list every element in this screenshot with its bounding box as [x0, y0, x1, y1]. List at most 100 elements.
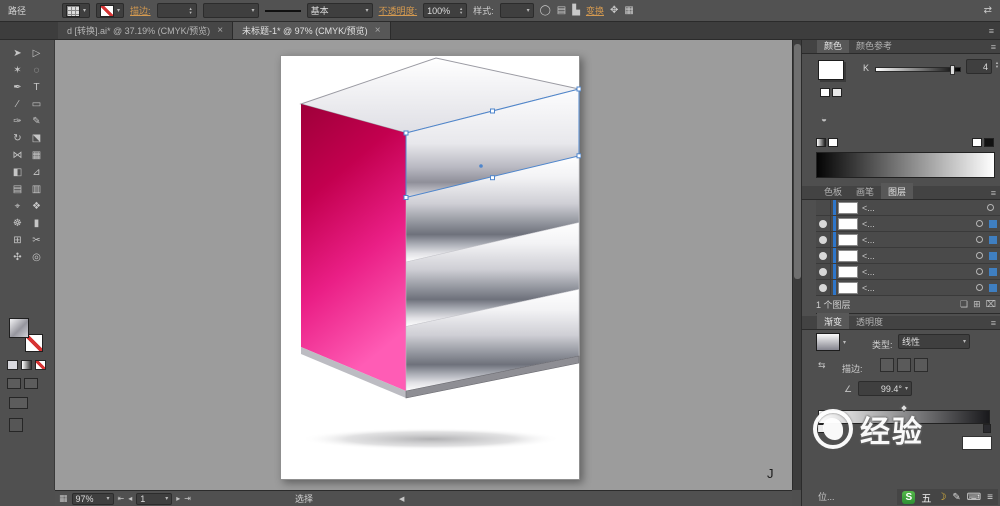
visibility-toggle[interactable]	[816, 232, 831, 247]
gradient-angle-dropdown[interactable]: 99.4° ▾	[858, 381, 912, 396]
ime-keyboard-icon[interactable]: ⌨	[967, 492, 981, 503]
free-transform-tool[interactable]: ▦	[28, 147, 45, 164]
black-mini-swatch[interactable]	[984, 138, 994, 147]
ime-pen-icon[interactable]: ✎	[952, 492, 960, 503]
gradient-tool[interactable]: ▥	[28, 181, 45, 198]
canvas-area[interactable]: J	[55, 40, 792, 490]
draw-normal-button[interactable]	[7, 378, 21, 389]
none-button[interactable]	[35, 360, 46, 370]
mini-stroke-swatch[interactable]	[832, 88, 842, 97]
fill-proxy-swatch[interactable]	[9, 318, 29, 338]
document-setup-icon[interactable]: ▤	[557, 5, 566, 16]
artboard-tool[interactable]: ⊞	[9, 232, 26, 249]
opacity-panel-link[interactable]: 不透明度:	[379, 4, 418, 17]
reverse-gradient-icon[interactable]: ⇆	[818, 360, 826, 371]
white-mini-swatch[interactable]	[828, 138, 838, 147]
gradient-button[interactable]	[21, 360, 32, 370]
layer-row[interactable]: <...	[816, 264, 1000, 280]
document-tab-inactive[interactable]: d [转换].ai* @ 37.19% (CMYK/预览) ×	[58, 22, 234, 39]
stroke-gradient-along-button[interactable]	[897, 358, 911, 372]
stroke-gradient-within-button[interactable]	[880, 358, 894, 372]
stroke-proxy-mini[interactable]	[820, 88, 842, 97]
artboard[interactable]	[280, 55, 582, 480]
target-circle-icon[interactable]	[987, 204, 994, 211]
new-layer-icon[interactable]: ⊞	[973, 299, 981, 310]
transform-panel-link[interactable]: 变换	[586, 4, 604, 17]
column-graph-tool[interactable]: ▮	[28, 215, 45, 232]
color-button[interactable]	[7, 360, 18, 370]
stroke-weight-dropdown[interactable]: ▲ ▼	[156, 3, 197, 18]
stroke-color-dropdown[interactable]: ▾	[96, 3, 125, 18]
artboard-navigation-dropdown[interactable]: 1 ▾	[136, 492, 173, 505]
screen-mode-button[interactable]	[9, 397, 28, 409]
magic-wand-tool[interactable]: ✶	[9, 62, 26, 79]
rectangle-tool[interactable]: ▭	[28, 96, 45, 113]
visibility-toggle[interactable]	[816, 280, 831, 295]
eyedropper-tool[interactable]: ⌖	[9, 198, 26, 215]
width-tool[interactable]: ⋈	[9, 147, 26, 164]
style-dropdown[interactable]: ▾	[499, 3, 534, 18]
white-mini-swatch[interactable]	[972, 138, 982, 147]
new-group-icon[interactable]: ❏	[960, 299, 968, 310]
gradient-preview-swatch[interactable]	[816, 333, 840, 351]
mesh-tool[interactable]: ▤	[9, 181, 26, 198]
close-icon[interactable]: ×	[217, 25, 223, 36]
blend-tool[interactable]: ❖	[28, 198, 45, 215]
visibility-toggle[interactable]	[816, 248, 831, 263]
target-circle-icon[interactable]	[976, 284, 983, 291]
selection-tool[interactable]: ➤	[9, 45, 26, 62]
perspective-grid-tool[interactable]: ⊿	[28, 164, 45, 181]
align-dropdown-icon[interactable]: ▙	[572, 5, 580, 16]
fill-color-dropdown[interactable]: ▾	[62, 3, 91, 18]
tab-swatches[interactable]: 色板	[817, 183, 849, 199]
current-color-swatch[interactable]	[818, 60, 844, 80]
pen-tool[interactable]: ✒	[9, 79, 26, 96]
visibility-toggle[interactable]	[816, 200, 831, 215]
zoom-tool[interactable]: ◎	[28, 249, 45, 266]
draw-behind-button[interactable]	[24, 378, 38, 389]
close-icon[interactable]: ×	[375, 25, 381, 36]
tab-brushes[interactable]: 画笔	[849, 183, 881, 199]
gradient-midpoint-handle[interactable]	[899, 403, 909, 413]
stroke-panel-link[interactable]: 描边:	[130, 4, 151, 17]
shape-builder-tool[interactable]: ◧	[9, 164, 26, 181]
brush-definition-dropdown[interactable]: 基本 ▾	[306, 3, 373, 18]
layer-row[interactable]: <...	[816, 216, 1000, 232]
ime-fullwidth-icon[interactable]: ☽	[937, 492, 946, 503]
tab-overflow-menu-icon[interactable]: ≡	[989, 26, 994, 36]
type-tool[interactable]: T	[28, 79, 45, 96]
k-value-spinner[interactable]: ▲ ▼	[995, 61, 999, 69]
rotate-tool[interactable]: ↻	[9, 130, 26, 147]
opacity-mask-icon[interactable]: ◯	[540, 5, 551, 16]
pencil-tool[interactable]: ✎	[28, 113, 45, 130]
delete-layer-icon[interactable]: ⌧	[986, 299, 996, 310]
k-channel-slider[interactable]	[875, 65, 961, 75]
opacity-dropdown[interactable]: 100% ▲ ▼	[423, 3, 468, 18]
gradient-type-dropdown[interactable]: 线性 ▾	[898, 334, 970, 349]
symbol-sprayer-tool[interactable]: ☸	[9, 215, 26, 232]
horizontal-scroll-left-icon[interactable]: ◀	[399, 495, 404, 503]
gradient-mini-swatch[interactable]	[816, 138, 826, 147]
gradient-location-field[interactable]	[962, 436, 992, 450]
layer-row[interactable]: <...	[816, 248, 1000, 264]
visibility-toggle[interactable]	[816, 264, 831, 279]
first-artboard-icon[interactable]: ⇤	[118, 494, 125, 503]
gradient-slider[interactable]	[817, 403, 991, 433]
tab-transparency[interactable]: 透明度	[849, 313, 890, 329]
last-artboard-icon[interactable]: ⇥	[184, 494, 191, 503]
gradient-stop-right[interactable]	[983, 424, 991, 433]
lasso-tool[interactable]: ◌	[28, 62, 45, 79]
panel-menu-icon[interactable]: ≡	[991, 318, 996, 328]
gradient-stop-left[interactable]	[817, 424, 825, 433]
panel-menu-icon[interactable]: ≡	[991, 42, 996, 52]
variable-width-dropdown[interactable]: ▾	[202, 3, 259, 18]
mini-fill-swatch[interactable]	[820, 88, 830, 97]
layer-row[interactable]: <...	[816, 232, 1000, 248]
previous-artboard-icon[interactable]: ◂	[128, 494, 132, 503]
paintbrush-tool[interactable]: ✑	[9, 113, 26, 130]
slider-thumb[interactable]	[949, 65, 955, 75]
transform-grid-icon[interactable]: ✥	[610, 5, 618, 16]
k-spectrum-ramp[interactable]	[816, 152, 995, 178]
hand-tool[interactable]: ✣	[9, 249, 26, 266]
line-segment-tool[interactable]: ∕	[9, 96, 26, 113]
